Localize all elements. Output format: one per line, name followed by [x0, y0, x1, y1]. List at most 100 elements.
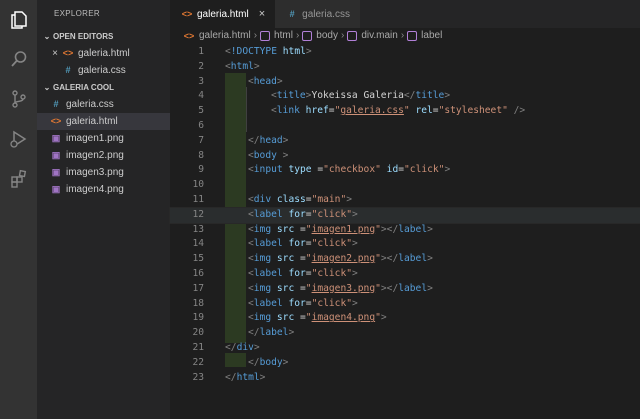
code-line[interactable]: 23 </html>	[170, 371, 640, 386]
extensions-icon[interactable]	[8, 168, 29, 189]
tab-galeria-css[interactable]: # galeria.css	[275, 0, 360, 28]
breadcrumb-item[interactable]: label	[421, 30, 442, 41]
code-line[interactable]: 10	[170, 178, 640, 193]
file-item-imagen3[interactable]: ▣ imagen3.png	[37, 164, 170, 181]
code-line[interactable]: 4 <title>Yokeissa Galeria</title>	[170, 89, 640, 104]
file-label: imagen1.png	[66, 133, 124, 144]
file-item-css[interactable]: # galeria.css	[37, 96, 170, 113]
explorer-icon[interactable]	[8, 9, 29, 30]
code-line[interactable]: 20 </label>	[170, 326, 640, 341]
html-file-icon: <>	[50, 116, 62, 126]
css-file-icon: #	[53, 99, 59, 109]
line-number: 22	[192, 356, 204, 368]
code-text: <label for="click">	[248, 268, 358, 279]
explorer-sidebar: EXPLORER ⌄ OPEN EDITORS × <> galeria.htm…	[37, 0, 170, 419]
chevron-right-icon: ›	[400, 30, 405, 41]
code-line[interactable]: 2 <html>	[170, 60, 640, 75]
code-line[interactable]: 13 <img src ="imagen1.png"></label>	[170, 223, 640, 238]
breadcrumb-item[interactable]: html	[274, 30, 293, 41]
line-number: 2	[198, 60, 204, 72]
code-text: </div>	[225, 342, 260, 353]
folder-header[interactable]: ⌄ GALERIA COOL	[37, 79, 170, 96]
file-label: imagen4.png	[66, 184, 124, 195]
code-line[interactable]: 6	[170, 119, 640, 134]
chevron-down-icon: ⌄	[43, 32, 51, 41]
symbol-element-icon	[302, 30, 313, 41]
line-number: 20	[192, 327, 204, 339]
code-line[interactable]: 18 <label for="click">	[170, 297, 640, 312]
file-item-imagen1[interactable]: ▣ imagen1.png	[37, 130, 170, 147]
source-control-icon[interactable]	[8, 88, 29, 109]
code-editor[interactable]: 1 <!DOCTYPE html> 2 <html> 3 <head> 4 <title>Yo…	[169, 43, 640, 419]
code-line[interactable]: 15 <img src ="imagen2.png"></label>	[170, 252, 640, 267]
code-text: <body >	[248, 149, 289, 161]
code-line[interactable]: 17 <img src ="imagen3.png"></label>	[170, 282, 640, 297]
code-text: <label for="click">	[248, 297, 358, 309]
line-number: 13	[192, 223, 204, 235]
symbol-element-icon	[407, 30, 418, 41]
code-text: </head>	[248, 134, 289, 146]
breadcrumb-item[interactable]: body	[316, 30, 338, 41]
code-text: <!DOCTYPE html>	[225, 46, 312, 57]
open-editors-label: OPEN EDITORS	[53, 32, 114, 41]
code-line[interactable]: 14 <label for="click">	[170, 237, 640, 252]
image-file-icon: ▣	[51, 184, 61, 194]
code-line[interactable]: 1 <!DOCTYPE html>	[170, 45, 640, 60]
code-line[interactable]: 3 <head>	[170, 75, 640, 90]
line-number: 11	[192, 194, 204, 205]
line-number: 17	[192, 282, 204, 294]
html-file-icon: <>	[183, 30, 195, 41]
image-file-icon: ▣	[51, 150, 61, 160]
tab-label: galeria.html	[197, 8, 249, 20]
line-number: 18	[192, 297, 204, 309]
breadcrumb-item[interactable]: div.main	[361, 30, 398, 41]
code-text: </body>	[248, 356, 289, 368]
code-line[interactable]: 5 <link href="galeria.css" rel="styleshee…	[170, 104, 640, 119]
chevron-right-icon: ›	[253, 30, 258, 41]
open-editor-label: galeria.html	[78, 48, 130, 59]
line-number: 19	[192, 312, 204, 324]
file-item-html[interactable]: <> galeria.html	[37, 113, 170, 130]
code-text: <div class="main">	[248, 194, 352, 205]
open-editor-item-css[interactable]: # galeria.css	[37, 62, 170, 79]
close-icon[interactable]: ×	[259, 8, 265, 20]
open-editor-item-html[interactable]: × <> galeria.html	[37, 45, 170, 62]
code-line[interactable]: 19 <img src ="imagen4.png">	[170, 311, 640, 326]
code-line[interactable]: 16 <label for="click">	[170, 267, 640, 282]
open-editors-header[interactable]: ⌄ OPEN EDITORS	[37, 28, 170, 45]
image-file-icon: ▣	[51, 167, 61, 177]
tab-galeria-html[interactable]: <> galeria.html ×	[170, 0, 276, 28]
line-number: 12	[192, 208, 204, 220]
code-line[interactable]: 12 <label for="click">	[169, 206, 640, 224]
open-editor-label: galeria.css	[78, 65, 126, 76]
code-line[interactable]: 22 </body>	[170, 356, 640, 371]
code-line[interactable]: 9 <input type ="checkbox" id="click">	[170, 163, 640, 178]
file-item-imagen2[interactable]: ▣ imagen2.png	[37, 147, 170, 164]
breadcrumb-item[interactable]: galeria.html	[199, 30, 251, 41]
chevron-right-icon: ›	[295, 30, 300, 41]
code-line[interactable]: 8 <body >	[170, 149, 640, 164]
sidebar-title: EXPLORER	[54, 9, 100, 18]
breadcrumb: <> galeria.html › html › body › div.main…	[170, 28, 640, 43]
file-label: galeria.html	[66, 116, 118, 127]
code-line[interactable]: 21 </div>	[170, 341, 640, 356]
image-file-icon: ▣	[51, 133, 61, 143]
symbol-element-icon	[347, 30, 358, 41]
code-text: <label for="click">	[248, 238, 358, 250]
search-icon[interactable]	[8, 48, 29, 69]
run-debug-icon[interactable]	[8, 128, 29, 149]
line-number: 8	[198, 149, 204, 161]
code-text: <head>	[248, 75, 283, 87]
folder-label: GALERIA COOL	[53, 83, 115, 92]
line-number: 14	[192, 238, 204, 250]
tab-bar: <> galeria.html × # galeria.css	[170, 0, 640, 28]
code-text: <input type ="checkbox" id="click">	[248, 164, 451, 176]
code-text: <link href="galeria.css" rel="stylesheet…	[271, 105, 526, 117]
file-label: galeria.css	[66, 99, 114, 110]
file-item-imagen4[interactable]: ▣ imagen4.png	[37, 181, 170, 198]
code-line[interactable]: 7 </head>	[170, 134, 640, 149]
close-icon[interactable]: ×	[49, 45, 61, 62]
html-file-icon: <>	[62, 48, 74, 58]
code-line[interactable]: 11 <div class="main">	[170, 193, 640, 208]
line-number: 7	[198, 134, 204, 146]
